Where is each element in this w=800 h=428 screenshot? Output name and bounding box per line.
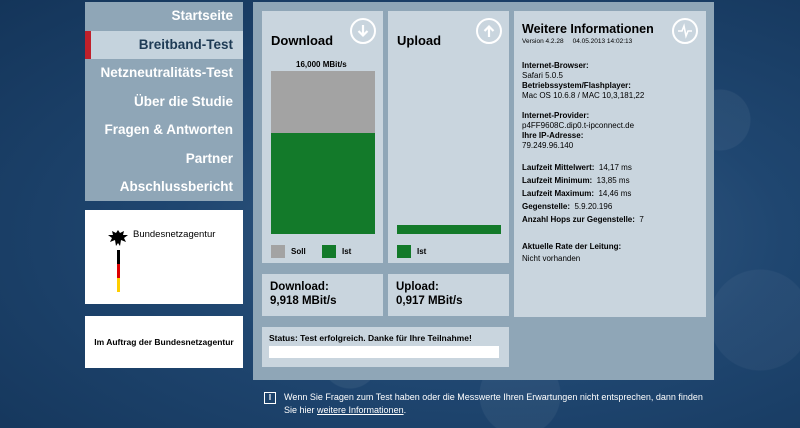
upload-ist-bar (397, 225, 501, 234)
system-value: Mac OS 10.6.8 / MAC 10,3,181,22 (522, 91, 645, 100)
upload-legend-ist: Ist (397, 245, 426, 258)
upload-chart-panel: Upload Ist (388, 11, 509, 263)
latency-min: Laufzeit Minimum: 13,85 ms (522, 176, 630, 185)
legend-soll-text: Soll (291, 247, 306, 256)
main-navigation: Startseite Breitband-Test Netzneutralitä… (85, 2, 243, 201)
upload-result-label: Upload: (396, 281, 439, 293)
latency-avg: Laufzeit Mittelwert: 14,17 ms (522, 163, 632, 172)
download-legend-soll: Soll (271, 245, 306, 258)
nav-item-fragen-antworten[interactable]: Fragen & Antworten (85, 116, 243, 145)
auftrag-box: Im Auftrag der Bundesnetzagentur (85, 316, 243, 368)
provider-label: Internet-Provider: (522, 111, 590, 120)
download-result-panel: Download: 9,918 MBit/s (262, 274, 383, 316)
ist-swatch (397, 245, 411, 258)
soll-swatch (271, 245, 285, 258)
eagle-icon (108, 230, 128, 246)
upload-title: Upload (397, 33, 442, 48)
nav-item-partner[interactable]: Partner (85, 145, 243, 174)
upload-result-value: 0,917 MBit/s (396, 295, 463, 307)
upload-bar-area (397, 71, 501, 234)
hops: Anzahl Hops zur Gegenstelle: 7 (522, 215, 644, 224)
bundesnetzagentur-logo[interactable]: Bundesnetzagentur (85, 210, 243, 304)
ip-value: 79.249.96.140 (522, 141, 574, 150)
browser-value: Safari 5.0.5 (522, 71, 563, 80)
status-panel: Status: Test erfolgreich. Danke für Ihre… (262, 327, 509, 367)
info-title: Weitere Informationen (522, 22, 654, 36)
download-ist-bar (271, 133, 375, 234)
download-chart-panel: Download 16,000 MBit/s Soll Ist (262, 11, 383, 263)
test-results-panel: Download 16,000 MBit/s Soll Ist Upload I… (253, 2, 714, 380)
download-legend-ist: Ist (322, 245, 351, 258)
legend-ist-text: Ist (342, 247, 352, 256)
nav-item-startseite[interactable]: Startseite (85, 2, 243, 31)
download-title: Download (271, 33, 334, 48)
nav-item-breitband-test[interactable]: Breitband-Test (85, 30, 243, 59)
download-bar-area (271, 71, 375, 234)
browser-label: Internet-Browser: (522, 61, 589, 70)
flag-icon (117, 250, 120, 292)
nav-item-abschlussbericht[interactable]: Abschlussbericht (85, 173, 243, 202)
nav-item-netzneutralitaets-test[interactable]: Netzneutralitäts-Test (85, 59, 243, 88)
info-panel: Weitere Informationen Version 4.2.28 04.… (514, 11, 706, 317)
download-arrow-icon (350, 18, 376, 44)
footer-text: Wenn Sie Fragen zum Test haben oder die … (284, 392, 703, 415)
provider-value: p4FF9608C.dip0.t-ipconnect.de (522, 121, 635, 130)
version-text: Version 4.2.28 (522, 38, 564, 45)
weitere-informationen-link[interactable]: weitere Informationen (317, 405, 404, 415)
date-text: 04.05.2013 14:02:13 (572, 38, 633, 45)
download-soll-label: 16,000 MBit/s (296, 60, 347, 69)
download-result-value: 9,918 MBit/s (270, 295, 337, 307)
rate-value: Nicht vorhanden (522, 254, 581, 263)
latency-max: Laufzeit Maximum: 14,46 ms (522, 189, 632, 198)
info-version: Version 4.2.28 04.05.2013 14:02:13 (522, 38, 632, 45)
status-text: Status: Test erfolgreich. Danke für Ihre… (269, 333, 472, 343)
pulse-icon (672, 18, 698, 44)
download-result-label: Download: (270, 281, 329, 293)
nav-item-ueber-die-studie[interactable]: Über die Studie (85, 88, 243, 117)
status-progress-bar (269, 346, 499, 358)
logo-name: Bundesnetzagentur (133, 229, 216, 240)
upload-result-panel: Upload: 0,917 MBit/s (388, 274, 509, 316)
footer-info: I Wenn Sie Fragen zum Test haben oder di… (264, 391, 704, 417)
peer: Gegenstelle: 5.9.20.196 (522, 202, 613, 211)
rate-label: Aktuelle Rate der Leitung: (522, 242, 622, 251)
ip-label: Ihre IP-Adresse: (522, 131, 584, 140)
ist-swatch (322, 245, 336, 258)
legend-ist-text: Ist (417, 247, 427, 256)
info-icon: I (264, 392, 276, 404)
system-label: Betriebssystem/Flashplayer: (522, 81, 631, 90)
auftrag-text: Im Auftrag der Bundesnetzagentur (94, 337, 234, 347)
upload-arrow-icon (476, 18, 502, 44)
